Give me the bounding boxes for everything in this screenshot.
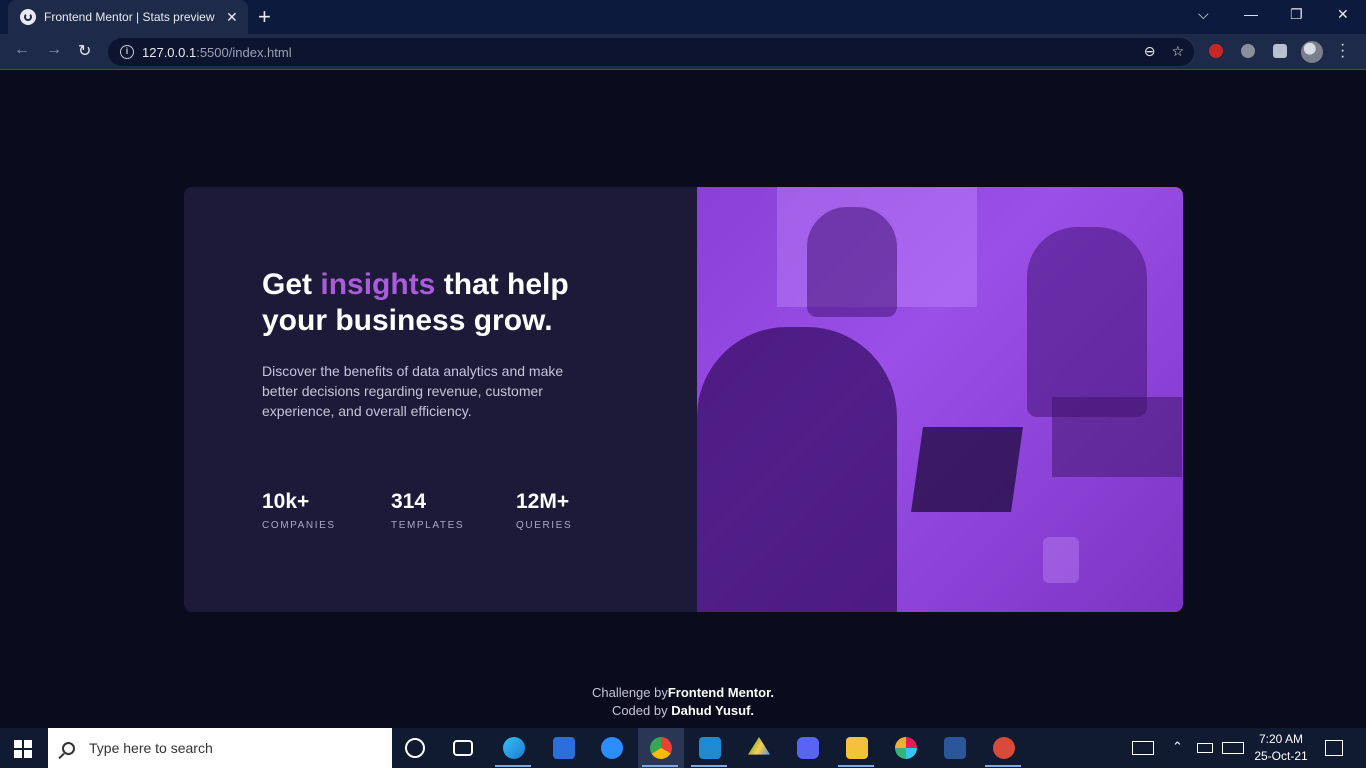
slack-icon[interactable] <box>895 737 917 759</box>
zoom-icon[interactable]: ⊖ <box>1144 43 1156 60</box>
back-icon[interactable]: ← <box>14 41 30 59</box>
new-tab-button[interactable]: + <box>258 4 271 30</box>
word-icon[interactable] <box>944 737 966 759</box>
cortana-icon[interactable] <box>405 738 425 758</box>
tab-close-icon[interactable]: ✕ <box>226 9 238 26</box>
reload-icon[interactable]: ↻ <box>78 41 91 61</box>
windows-start-icon[interactable] <box>14 740 32 758</box>
browser-tab-bar: Frontend Mentor | Stats preview c ✕ + ⌵ … <box>0 0 1366 34</box>
headline-prefix: Get <box>262 268 321 301</box>
stat-templates: 314 TEMPLATES <box>391 490 464 531</box>
stat-label: QUERIES <box>516 520 573 531</box>
browser-menu-icon[interactable]: · · · <box>1340 37 1345 65</box>
windows-taskbar: Type here to search ⌃ <box>0 728 1366 768</box>
running-indicator <box>642 765 678 767</box>
clock-time: 7:20 AM <box>1258 732 1304 746</box>
news-widget-icon[interactable] <box>1132 741 1154 755</box>
zoom-icon[interactable] <box>601 737 623 759</box>
drive-icon[interactable] <box>748 737 770 755</box>
tray-chevron-icon[interactable]: ⌃ <box>1172 739 1183 755</box>
stat-value: 314 <box>391 490 427 513</box>
forward-icon[interactable]: → <box>46 41 62 59</box>
stat-label: COMPANIES <box>262 520 336 531</box>
stat-value: 12M+ <box>516 490 570 513</box>
browser-toolbar: ← → ↻ i 127.0.0.1:5500/index.html ⊖ ☆ <box>0 34 1366 70</box>
extension-red-icon[interactable] <box>1209 44 1223 58</box>
running-indicator <box>838 765 874 767</box>
tab-title: Frontend Mentor | Stats preview c <box>44 10 216 24</box>
close-window-button[interactable]: ✕ <box>1337 6 1349 23</box>
hero-image <box>697 187 1183 612</box>
headline-accent: insights <box>320 268 436 301</box>
keyboard-icon[interactable] <box>1222 742 1244 754</box>
restore-button[interactable]: ❐ <box>1290 6 1303 23</box>
running-indicator <box>985 765 1021 767</box>
extensions-puzzle-icon[interactable] <box>1273 44 1287 58</box>
frontend-mentor-link[interactable]: Frontend Mentor <box>668 685 771 700</box>
hero-mug <box>1043 537 1079 583</box>
minimize-button[interactable]: — <box>1244 6 1258 22</box>
taskbar-search-placeholder: Type here to search <box>89 740 213 756</box>
chrome-icon[interactable] <box>650 737 672 759</box>
azure-icon[interactable] <box>553 737 575 759</box>
vscode-icon[interactable] <box>699 737 721 759</box>
stat-queries: 12M+ QUERIES <box>516 490 572 531</box>
challenge-end: . <box>770 685 775 700</box>
hero-person-right <box>1027 227 1147 417</box>
battery-icon[interactable] <box>1197 743 1213 753</box>
bookmark-star-icon[interactable]: ☆ <box>1171 43 1184 60</box>
profile-avatar[interactable] <box>1301 41 1323 63</box>
taskbar-search[interactable]: Type here to search <box>48 728 392 768</box>
card-headline: Get insights that help your business gro… <box>262 267 602 339</box>
challenge-prefix: Challenge by <box>591 685 668 700</box>
address-bar[interactable]: i 127.0.0.1:5500/index.html ⊖ ☆ <box>108 38 1194 66</box>
attribution: Challenge byFrontend Mentor. Coded by Da… <box>0 684 1366 720</box>
notifications-icon[interactable] <box>1325 740 1343 756</box>
url-path: :5500/index.html <box>196 44 292 60</box>
discord-icon[interactable] <box>797 737 819 759</box>
task-view-icon[interactable] <box>453 740 473 756</box>
taskbar-clock[interactable]: 7:20 AM 25-Oct-21 <box>1250 731 1312 765</box>
url-host: 127.0.0.1 <box>142 44 197 60</box>
attribution-challenge: Challenge byFrontend Mentor. <box>0 684 1366 702</box>
hero-person-back <box>807 207 897 317</box>
tab-search-icon[interactable]: ⌵ <box>1198 6 1209 23</box>
hero-laptop <box>911 427 1023 512</box>
card-description: Discover the benefits of data analytics … <box>262 363 564 419</box>
stat-label: TEMPLATES <box>391 520 465 531</box>
extension-gray-icon[interactable] <box>1241 44 1255 58</box>
browser-tab[interactable]: Frontend Mentor | Stats preview c ✕ <box>8 0 248 34</box>
clock-date: 25-Oct-21 <box>1254 749 1308 763</box>
site-info-icon[interactable]: i <box>120 45 134 59</box>
stat-value: 10k+ <box>262 490 310 513</box>
edge-icon[interactable] <box>503 737 525 759</box>
author-link[interactable]: Dahud Yusuf <box>671 703 750 718</box>
hero-plant <box>1052 397 1182 477</box>
stat-companies: 10k+ COMPANIES <box>262 490 336 531</box>
hero-person-front <box>697 327 897 612</box>
running-indicator <box>691 765 727 767</box>
snip-icon[interactable] <box>993 737 1015 759</box>
attribution-coded: Coded by Dahud Yusuf. <box>0 702 1366 720</box>
file-explorer-icon[interactable] <box>846 737 868 759</box>
coded-end: . <box>750 703 755 718</box>
running-indicator <box>495 765 531 767</box>
tab-favicon-icon <box>20 9 36 25</box>
search-icon <box>62 741 75 755</box>
omnibox-actions: ⊖ ☆ <box>1144 43 1184 60</box>
coded-prefix: Coded by <box>611 703 672 718</box>
stats-preview-card: Get insights that help your business gro… <box>184 187 1183 612</box>
